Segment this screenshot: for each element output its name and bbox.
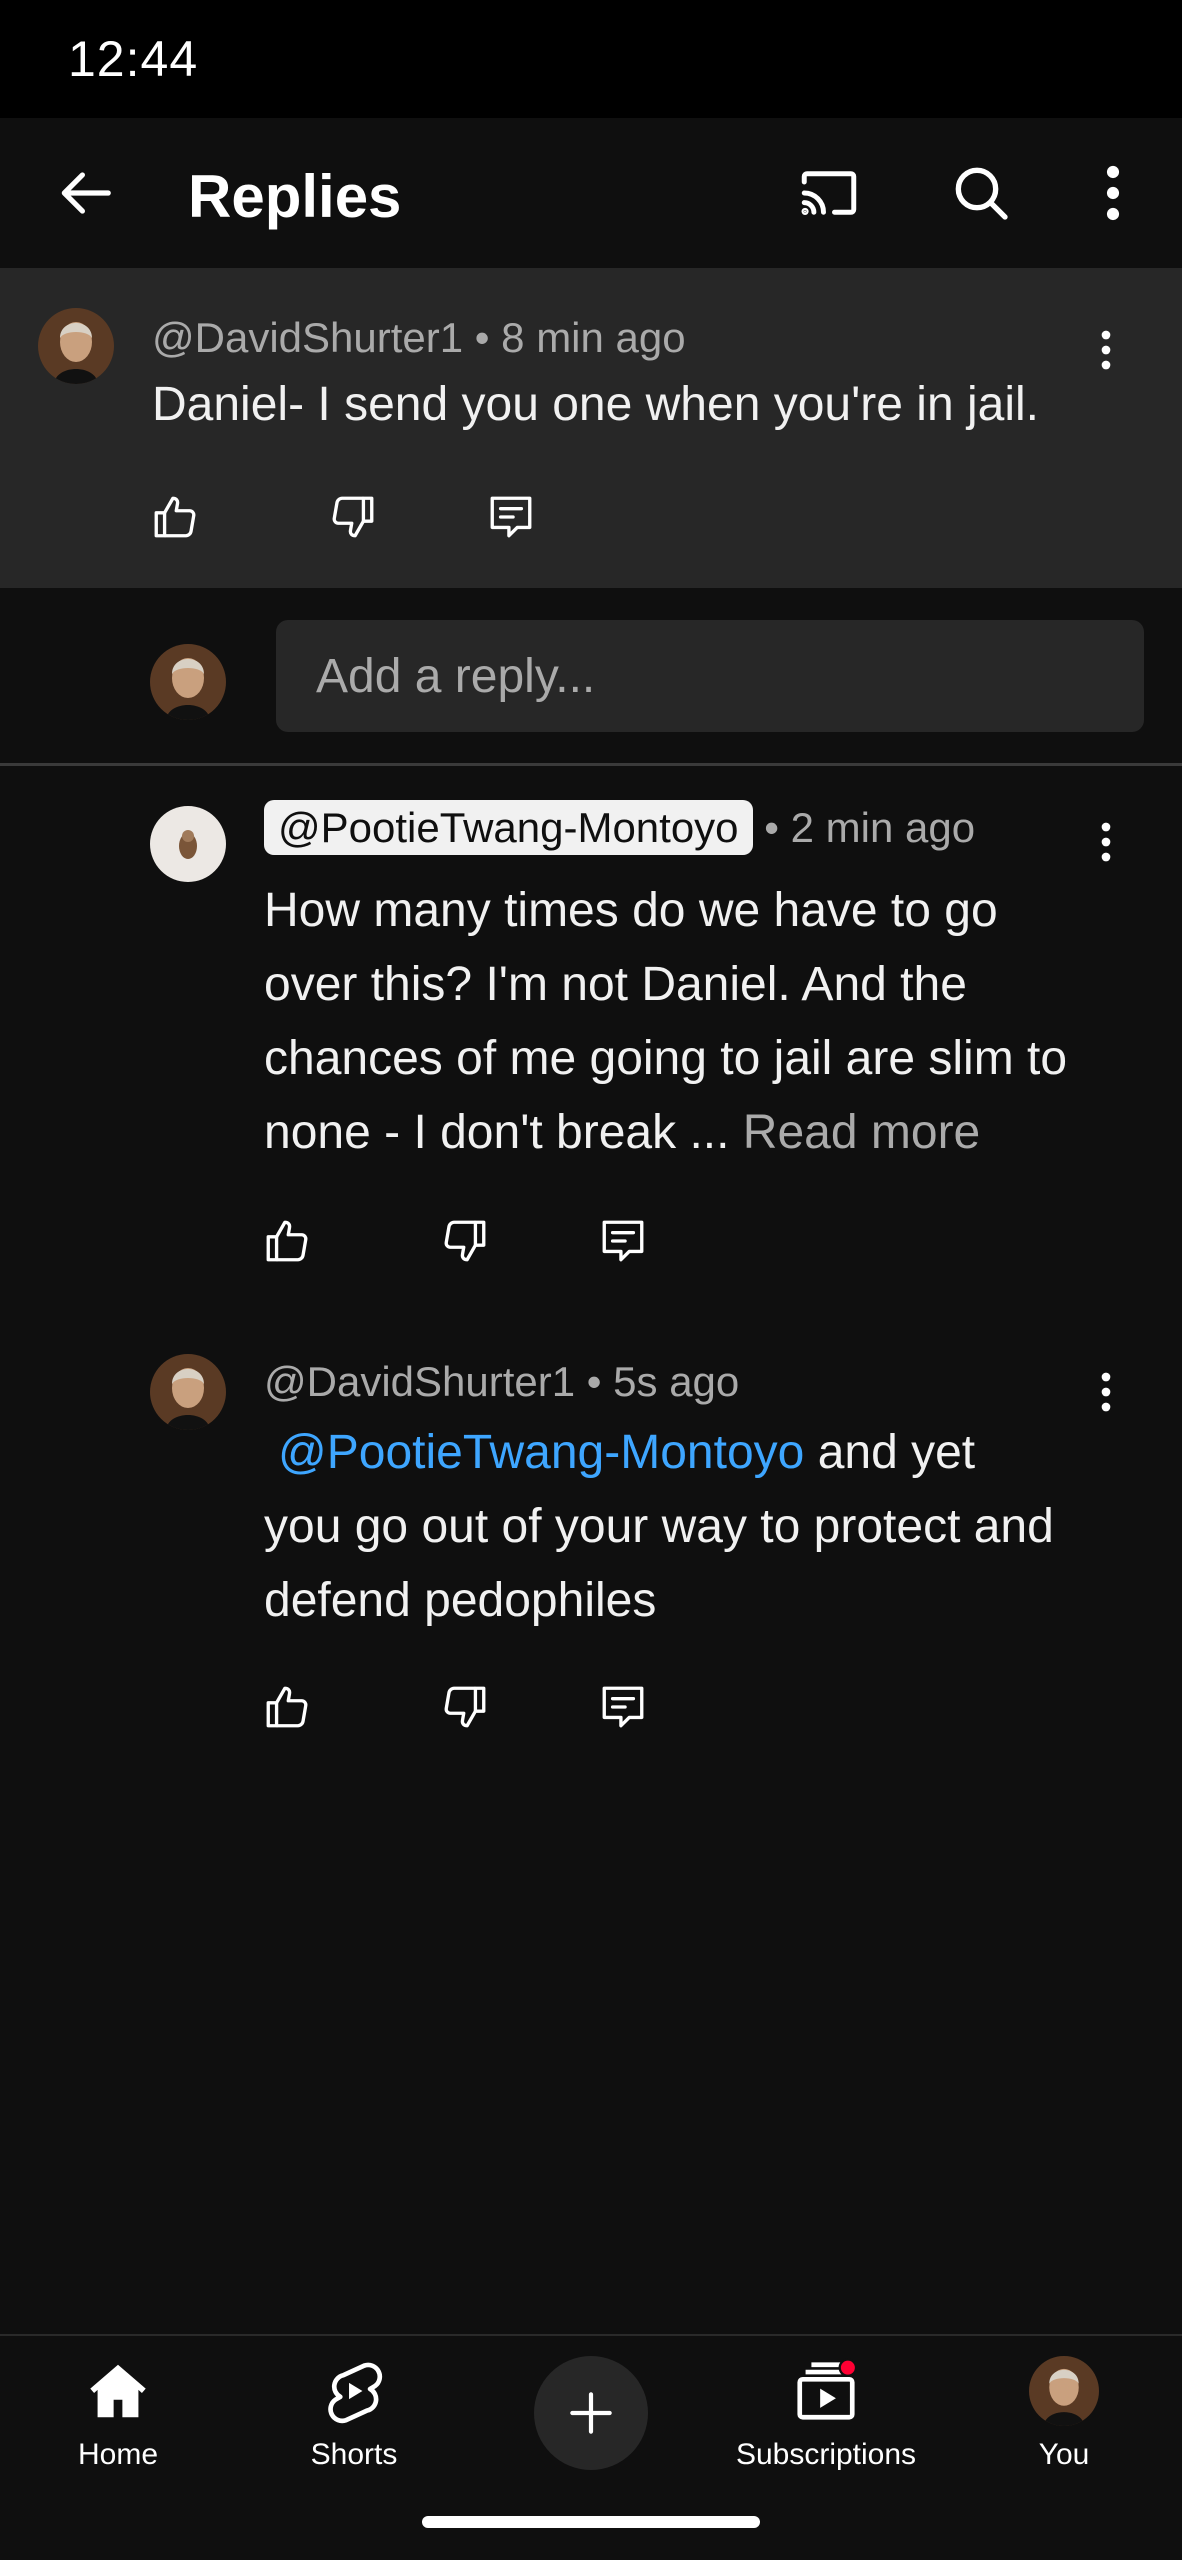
avatar-icon [150,644,226,720]
status-bar: 12:44 [0,0,1182,118]
comment-menu-button[interactable] [1086,812,1126,872]
back-button[interactable] [52,160,118,226]
reply-button[interactable] [596,1680,650,1734]
like-button[interactable] [148,490,202,544]
comment-text: How many times do we have to go over thi… [264,874,1104,1170]
create-button[interactable] [534,2356,648,2470]
mention-link[interactable]: @PootieTwang-Montoyo [278,1426,804,1479]
comment-icon [602,1220,644,1262]
more-vert-icon [1101,330,1111,370]
comment-author[interactable]: @DavidShurter1 [264,1358,575,1405]
thumb-up-icon [266,1686,308,1728]
avatar-icon [38,308,114,384]
dislike-button[interactable] [438,1680,492,1734]
comment-menu-button[interactable] [1086,1362,1126,1422]
comment-meta: @DavidShurter1 • 8 min ago [152,314,686,362]
subscriptions-icon [797,2358,858,2420]
comment-time: 8 min ago [501,314,686,361]
nav-shorts[interactable]: Shorts [254,2356,454,2496]
app-bar: Replies [0,118,1182,268]
notification-dot [838,2358,858,2377]
avatar-icon [1029,2356,1099,2426]
parent-comment: @DavidShurter1 • 8 min ago Daniel- I sen… [0,268,1182,588]
more-vert-icon [1101,1372,1111,1412]
dislike-button[interactable] [438,1214,492,1268]
nav-subscriptions[interactable]: Subscriptions [726,2356,926,2496]
status-time: 12:44 [68,31,199,87]
reply-button[interactable] [484,490,538,544]
comment-text: @PootieTwang-Montoyo and yet you go out … [264,1416,1064,1638]
reply-input[interactable] [276,620,1144,732]
home-icon [90,2364,146,2418]
comment-text: Daniel- I send you one when you're in ja… [152,378,1040,431]
plus-icon [570,2392,612,2434]
home-indicator[interactable] [422,2516,760,2528]
meta-separator: • [586,1358,602,1405]
search-icon [955,167,1008,220]
cast-button[interactable] [796,160,862,226]
more-vert-icon [1106,165,1120,221]
comment-icon [602,1686,644,1728]
comment-meta: @DavidShurter1 • 5s ago [264,1358,739,1406]
nav-you-avatar [1029,2356,1099,2426]
like-button[interactable] [260,1680,314,1734]
reply-button[interactable] [596,1214,650,1268]
avatar[interactable] [150,806,226,882]
avatar-icon [150,806,226,882]
nav-home-label: Home [77,2438,159,2471]
thumb-down-icon [444,1220,486,1262]
read-more-link[interactable]: Read more [743,1106,980,1159]
more-options-button[interactable] [1080,160,1146,226]
back-arrow-icon [61,172,111,214]
nav-you[interactable]: You [964,2356,1164,2496]
cast-icon [801,171,857,216]
thumb-down-icon [332,496,374,538]
nav-shorts-label: Shorts [310,2438,398,2471]
thumb-up-icon [266,1220,308,1262]
meta-separator: • [764,804,779,851]
nav-you-label: You [1038,2438,1090,2471]
avatar-icon [150,1354,226,1430]
nav-home[interactable]: Home [18,2356,218,2496]
dislike-button[interactable] [326,490,380,544]
nav-subscriptions-label: Subscriptions [735,2438,917,2471]
reply-input-row [0,588,1182,764]
like-button[interactable] [260,1214,314,1268]
avatar[interactable] [38,308,114,384]
thumb-up-icon [154,496,196,538]
replies-screen: 12:44 Replies @DavidShurter1 • 8 min ago… [0,0,1182,2560]
search-button[interactable] [948,160,1014,226]
current-user-avatar [150,644,226,720]
shorts-icon [328,2362,383,2424]
page-title: Replies [188,163,402,230]
meta-separator: • [474,314,490,361]
comment-time: 2 min ago [790,804,976,851]
divider [0,763,1182,766]
thumb-down-icon [444,1686,486,1728]
comment-time: 5s ago [613,1358,740,1405]
comment-meta: @PootieTwang-Montoyo • 2 min ago [264,800,976,855]
more-vert-icon [1101,822,1111,862]
comment-author[interactable]: @DavidShurter1 [152,314,463,361]
comment-author[interactable]: @PootieTwang-Montoyo [264,800,753,855]
comment-icon [490,496,532,538]
avatar[interactable] [150,1354,226,1430]
